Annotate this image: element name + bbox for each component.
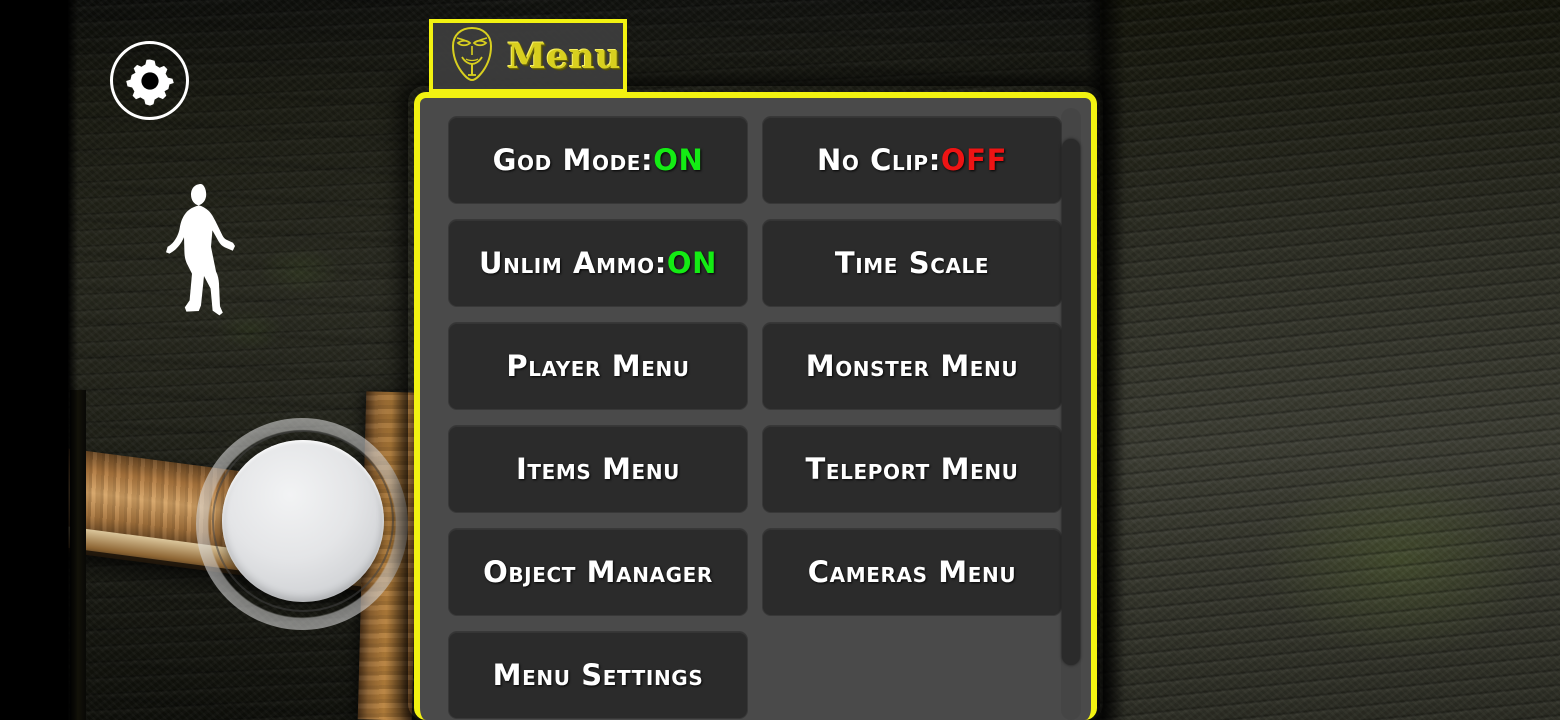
joystick-knob[interactable] — [222, 440, 384, 602]
no-clip-button[interactable]: No Clip:OFF — [762, 116, 1062, 204]
god-mode-button-value: ON — [653, 143, 704, 177]
virtual-joystick[interactable] — [196, 418, 408, 630]
empty-slot — [762, 631, 1062, 719]
time-scale-button[interactable]: Time Scale — [762, 219, 1062, 307]
player-menu-button-label: Player Menu — [506, 349, 690, 383]
letterbox-left-bar — [0, 0, 68, 720]
items-menu-button-label: Items Menu — [516, 452, 680, 486]
player-silhouette-icon[interactable] — [157, 182, 249, 322]
cameras-menu-button[interactable]: Cameras Menu — [762, 528, 1062, 616]
mod-menu-scrollbar-track[interactable] — [1061, 108, 1081, 720]
menu-tab-button[interactable]: Menu — [429, 19, 627, 93]
mod-menu-scrollbar-thumb[interactable] — [1062, 138, 1080, 665]
unlim-ammo-button[interactable]: Unlim Ammo:ON — [448, 219, 748, 307]
player-menu-button[interactable]: Player Menu — [448, 322, 748, 410]
settings-gear-button[interactable] — [110, 41, 189, 120]
mod-menu-content: God Mode:ON No Clip:OFF Unlim Ammo:ON Time … — [420, 98, 1091, 720]
items-menu-button[interactable]: Items Menu — [448, 425, 748, 513]
anonymous-mask-icon — [449, 26, 495, 86]
time-scale-button-label: Time Scale — [834, 246, 990, 280]
game-screen: Menu God Mode:ON No Clip:OFF Unlim Ammo:ON… — [0, 0, 1560, 720]
right-stone-wall — [1100, 0, 1560, 720]
menu-tab-label: Menu — [507, 35, 621, 77]
god-mode-button[interactable]: God Mode:ON — [448, 116, 748, 204]
gear-icon — [125, 56, 175, 106]
letterbox-edge-gradient — [68, 0, 78, 720]
teleport-menu-button-label: Teleport Menu — [805, 452, 1019, 486]
object-manager-button-label: Object Manager — [483, 555, 713, 589]
god-mode-button-label: God Mode:ON — [492, 143, 704, 177]
object-manager-button[interactable]: Object Manager — [448, 528, 748, 616]
right-wall-noise — [1100, 0, 1560, 720]
no-clip-button-label: No Clip:OFF — [817, 143, 1007, 177]
monster-menu-button[interactable]: Monster Menu — [762, 322, 1062, 410]
monster-menu-button-label: Monster Menu — [805, 349, 1019, 383]
no-clip-button-value: OFF — [940, 143, 1007, 177]
mod-menu-button-grid: God Mode:ON No Clip:OFF Unlim Ammo:ON Time … — [448, 116, 1062, 719]
unlim-ammo-button-value: ON — [666, 246, 718, 280]
menu-settings-button-label: Menu Settings — [492, 658, 704, 692]
menu-settings-button[interactable]: Menu Settings — [448, 631, 748, 719]
teleport-menu-button[interactable]: Teleport Menu — [762, 425, 1062, 513]
unlim-ammo-button-label: Unlim Ammo:ON — [478, 246, 718, 280]
cameras-menu-button-label: Cameras Menu — [807, 555, 1017, 589]
mod-menu-panel: God Mode:ON No Clip:OFF Unlim Ammo:ON Time … — [414, 92, 1097, 720]
